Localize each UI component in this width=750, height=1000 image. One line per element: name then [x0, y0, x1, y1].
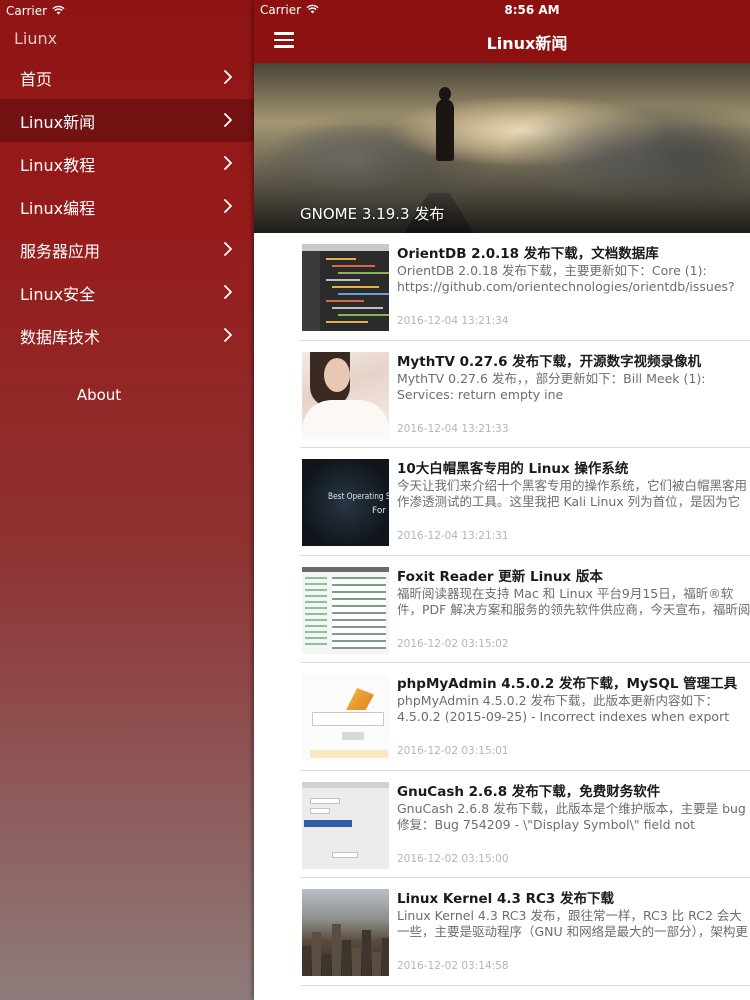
news-item[interactable]: phpMyAdmin 4.5.0.2 发布下载，MySQL 管理工具 phpMyA… — [300, 663, 750, 771]
news-summary: Linux Kernel 4.3 RC3 发布，跟往常一样，RC3 比 RC2 … — [397, 908, 748, 939]
news-list: OrientDB 2.0.18 发布下载，文档数据库 OrientDB 2.0.1… — [254, 233, 750, 986]
sidebar-item-1[interactable]: Linux新闻 — [0, 99, 254, 142]
news-summary: MythTV 0.27.6 发布，，部分更新如下：Bill Meek (1): … — [397, 370, 706, 402]
news-thumbnail — [302, 244, 389, 331]
sidebar-item-label: Linux教程 — [20, 155, 96, 175]
status-bar: Carrier 8:56 AM — [254, 0, 750, 22]
sidebar-item-0[interactable]: 首页 — [0, 56, 254, 99]
news-title: Foxit Reader 更新 Linux 版本 — [397, 568, 603, 585]
chevron-right-icon — [220, 155, 236, 171]
news-timestamp: 2016-12-02 03:15:02 — [397, 637, 509, 650]
news-thumbnail — [302, 351, 389, 439]
news-item[interactable]: MythTV 0.27.6 发布下载，开源数字视频录像机 MythTV 0.27.… — [300, 341, 750, 448]
wifi-icon — [52, 5, 65, 18]
news-thumbnail — [302, 566, 389, 654]
news-title: 10大白帽黑客专用的 Linux 操作系统 — [397, 461, 629, 477]
chevron-right-icon — [220, 69, 236, 85]
sidebar-item-3[interactable]: Linux编程 — [0, 185, 254, 228]
news-item[interactable]: GnuCash 2.6.8 发布下载，免费财务软件 GnuCash 2.6.8 发… — [300, 771, 750, 878]
news-summary: GnuCash 2.6.8 发布下载，此版本是个维护版本，主要是 bug 修复：… — [397, 800, 746, 832]
sidebar-item-4[interactable]: 服务器应用 — [0, 228, 254, 271]
news-timestamp: 2016-12-04 13:21:31 — [397, 530, 509, 542]
sidebar-item-label: 首页 — [20, 69, 53, 89]
news-timestamp: 2016-12-02 03:14:58 — [397, 960, 509, 972]
sidebar-item-label: Linux新闻 — [20, 112, 96, 132]
sidebar-item-2[interactable]: Linux教程 — [0, 142, 254, 185]
news-thumbnail: Best Operating S For H — [302, 459, 389, 546]
news-title: Linux Kernel 4.3 RC3 发布下载 — [397, 891, 615, 907]
status-bar: Carrier — [0, 0, 254, 22]
thumb-text: Best Operating S — [328, 492, 389, 502]
sidebar-item-label: Linux编程 — [20, 198, 96, 218]
app-title: Liunx — [14, 29, 58, 48]
sidebar-item-label: 服务器应用 — [20, 241, 101, 261]
news-title: GnuCash 2.6.8 发布下载，免费财务软件 — [397, 783, 661, 800]
news-thumbnail — [302, 889, 389, 976]
featured-news-banner[interactable]: GNOME 3.19.3 发布 — [254, 63, 750, 233]
news-summary: phpMyAdmin 4.5.0.2 发布下载，此版本更新内容如下：4.5.0.… — [397, 693, 730, 724]
navigation-bar: Carrier 8:56 AM Linux新闻 — [254, 0, 750, 63]
news-title: OrientDB 2.0.18 发布下载，文档数据库 — [397, 246, 659, 262]
news-timestamp: 2016-12-04 13:21:34 — [397, 315, 509, 327]
side-drawer: Carrier Liunx 首页 Linux新闻 Linux教程 Linux编程 服务器… — [0, 0, 254, 1000]
sidebar-item-label: Linux安全 — [20, 284, 96, 304]
news-timestamp: 2016-12-02 03:15:01 — [397, 745, 509, 757]
sidebar-item-6[interactable]: 数据库技术 — [0, 314, 254, 357]
news-item[interactable]: Best Operating S For H 10大白帽黑客专用的 Linux 操作… — [300, 448, 750, 556]
chevron-right-icon — [220, 241, 236, 257]
banner-caption: GNOME 3.19.3 发布 — [300, 205, 445, 223]
news-summary: OrientDB 2.0.18 发布下载，主要更新如下：Core (1): ht… — [397, 263, 735, 294]
news-summary: 福昕阅读器现在支持 Mac 和 Linux 平台9月15日，福昕®软件，PDF … — [397, 585, 750, 617]
about-button[interactable]: About — [0, 380, 254, 410]
chevron-right-icon — [220, 327, 236, 343]
sidebar-item-5[interactable]: Linux安全 — [0, 271, 254, 314]
sidebar-menu: 首页 Linux新闻 Linux教程 Linux编程 服务器应用 Linux安全 数据库技术 — [0, 56, 254, 357]
news-timestamp: 2016-12-02 03:15:00 — [397, 852, 509, 865]
news-item[interactable]: Foxit Reader 更新 Linux 版本 福昕阅读器现在支持 Mac 和 … — [300, 556, 750, 663]
news-thumbnail — [302, 674, 389, 761]
chevron-right-icon — [220, 284, 236, 300]
main-panel: Carrier 8:56 AM Linux新闻 GNOME 3.19.3 发布 … — [254, 0, 750, 1000]
news-item[interactable]: Linux Kernel 4.3 RC3 发布下载 Linux Kernel 4.… — [300, 878, 750, 986]
news-item[interactable]: OrientDB 2.0.18 发布下载，文档数据库 OrientDB 2.0.1… — [300, 233, 750, 341]
page-title: Linux新闻 — [486, 34, 568, 53]
sidebar-item-label: 数据库技术 — [20, 327, 101, 347]
news-summary: 今天让我们来介绍十个黑客专用的操作系统，它们被白帽黑客用作渗透测试的工具。这里我… — [397, 478, 748, 509]
news-timestamp: 2016-12-04 13:21:33 — [397, 422, 509, 435]
thumb-text: For H — [372, 506, 389, 516]
news-thumbnail — [302, 781, 389, 869]
chevron-right-icon — [220, 112, 236, 128]
carrier-label: Carrier — [6, 4, 48, 18]
chevron-right-icon — [220, 198, 236, 214]
news-title: phpMyAdmin 4.5.0.2 发布下载，MySQL 管理工具 — [397, 676, 738, 692]
banner-image-figure — [436, 87, 454, 161]
news-title: MythTV 0.27.6 发布下载，开源数字视频录像机 — [397, 353, 702, 370]
status-time: 8:56 AM — [504, 3, 560, 17]
